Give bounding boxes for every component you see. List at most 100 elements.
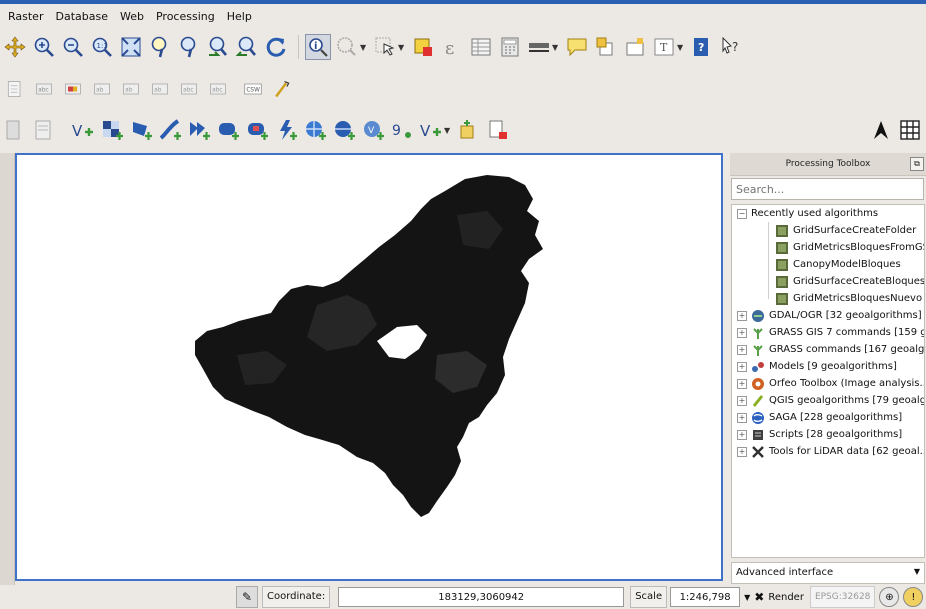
add-raster-layer-icon[interactable]	[31, 117, 57, 143]
gps-icon[interactable]	[269, 76, 295, 102]
zoom-full-icon[interactable]	[118, 34, 144, 60]
tree-item-recent[interactable]: GridMetricsBloquesFromGS...	[732, 239, 924, 256]
tree-item-recent[interactable]: CanopyModelBloques	[732, 256, 924, 273]
expand-icon[interactable]: +	[737, 344, 747, 355]
tree-provider-grass[interactable]: + GRASS commands [167 geoalgo...	[732, 341, 924, 358]
tree-group-recent[interactable]: − Recently used algorithms	[732, 205, 924, 222]
tree-item-recent[interactable]: GridSurfaceCreateBloques...	[732, 273, 924, 290]
tree-provider-lidar[interactable]: + Tools for LiDAR data [62 geoal...	[732, 443, 924, 460]
add-virtual-layer-icon[interactable]	[302, 117, 328, 143]
tree-item-recent[interactable]: GridSurfaceCreateFolder	[732, 222, 924, 239]
add-vector-layer-icon[interactable]	[2, 117, 28, 143]
add-spatialite-layer-icon[interactable]	[99, 117, 125, 143]
label-toolbar-icon[interactable]	[2, 76, 28, 102]
chevron-down-icon[interactable]: ▼	[444, 126, 452, 135]
messages-icon[interactable]: !	[903, 587, 924, 607]
pin-labels-icon[interactable]	[60, 76, 86, 102]
zoom-next-icon[interactable]	[234, 34, 260, 60]
add-wms-layer-icon[interactable]	[186, 117, 212, 143]
new-temporary-layer-icon[interactable]	[485, 117, 511, 143]
whats-this-icon[interactable]: ?	[718, 34, 744, 60]
expand-icon[interactable]: +	[737, 378, 747, 389]
identify-icon[interactable]: i	[305, 34, 331, 60]
add-wms-layer-icon[interactable]	[331, 117, 357, 143]
help-icon[interactable]: ?	[689, 34, 715, 60]
north-arrow-icon[interactable]	[868, 117, 894, 143]
chevron-down-icon[interactable]: ▼	[677, 43, 685, 52]
search-input[interactable]	[731, 178, 924, 200]
add-mssql-layer-icon[interactable]	[128, 117, 154, 143]
float-panel-icon[interactable]: ⧉	[910, 157, 924, 171]
text-annotation-icon[interactable]: T	[651, 34, 677, 60]
expand-icon[interactable]: +	[737, 327, 747, 338]
coordinate-field[interactable]: 183129,3060942	[338, 587, 625, 607]
zoom-selection-icon[interactable]	[147, 34, 173, 60]
show-labels-icon[interactable]: ab	[89, 76, 115, 102]
collapse-icon[interactable]: −	[737, 208, 747, 219]
menu-web[interactable]: Web	[120, 10, 144, 23]
add-wcs-layer-icon[interactable]: V	[360, 117, 386, 143]
tree-provider-orfeo[interactable]: + Orfeo Toolbox (Image analysis...	[732, 375, 924, 392]
chevron-down-icon[interactable]: ▼	[398, 43, 406, 52]
pan-icon[interactable]	[2, 34, 28, 60]
crs-globe-icon[interactable]: ⊕	[879, 587, 900, 607]
bookmarks-icon[interactable]	[593, 34, 619, 60]
zoom-last-icon[interactable]	[205, 34, 231, 60]
expand-icon[interactable]: +	[737, 412, 747, 423]
expand-icon[interactable]: +	[737, 446, 747, 457]
expand-icon[interactable]: +	[737, 429, 747, 440]
add-wfs-layer-icon[interactable]: 9	[389, 117, 415, 143]
menu-processing[interactable]: Processing	[156, 10, 215, 23]
csw-icon[interactable]: CSW	[240, 76, 266, 102]
crs-status-button[interactable]: EPSG:32628	[809, 586, 876, 608]
menu-help[interactable]: Help	[227, 10, 252, 23]
grid-icon[interactable]	[897, 117, 923, 143]
tree-provider-qgis[interactable]: + QGIS geoalgorithms [79 geoalg...	[732, 392, 924, 409]
attribute-table-icon[interactable]	[468, 34, 494, 60]
expand-icon[interactable]: +	[737, 310, 747, 321]
layer-labeling-icon[interactable]: abc	[31, 76, 57, 102]
add-delimited-text-icon[interactable]	[273, 117, 299, 143]
tree-item-recent[interactable]: GridMetricsBloquesNuevo	[732, 290, 924, 307]
add-postgis-layer-icon[interactable]: V	[70, 117, 96, 143]
new-spatialite-icon[interactable]	[456, 117, 482, 143]
add-wfs-layer-icon[interactable]	[244, 117, 270, 143]
toggle-extents-icon[interactable]: ✎	[236, 586, 258, 608]
tree-provider-saga[interactable]: + SAGA [228 geoalgorithms]	[732, 409, 924, 426]
new-shapefile-icon[interactable]: V	[418, 117, 444, 143]
measure-line-icon[interactable]	[526, 34, 552, 60]
rotate-label-icon[interactable]: ab	[147, 76, 173, 102]
advanced-interface-select[interactable]: Advanced interface ▼	[731, 562, 925, 584]
menu-raster[interactable]: Raster	[8, 10, 43, 23]
zoom-native-icon[interactable]: 1:1	[89, 34, 115, 60]
map-canvas[interactable]	[15, 153, 723, 581]
map-tips-icon[interactable]	[564, 34, 590, 60]
refresh-icon[interactable]	[263, 34, 289, 60]
render-checkbox[interactable]: ✖ Render	[754, 590, 804, 604]
tree-provider-gdal[interactable]: + GDAL/OGR [32 geoalgorithms]	[732, 307, 924, 324]
select-icon[interactable]	[334, 34, 360, 60]
chevron-down-icon[interactable]: ▼	[552, 43, 560, 52]
field-calculator-icon[interactable]	[497, 34, 523, 60]
move-label-icon[interactable]: ab	[118, 76, 144, 102]
add-wcs-layer-icon[interactable]	[215, 117, 241, 143]
change-label-icon[interactable]: abc	[176, 76, 202, 102]
annotation-icon[interactable]	[622, 34, 648, 60]
zoom-out-icon[interactable]	[60, 34, 86, 60]
expand-icon[interactable]: +	[737, 361, 747, 372]
measure-icon[interactable]: ε	[439, 34, 465, 60]
tree-provider-scripts[interactable]: + Scripts [28 geoalgorithms]	[732, 426, 924, 443]
expand-icon[interactable]: +	[737, 395, 747, 406]
tree-provider-grass7[interactable]: + GRASS GIS 7 commands [159 g...	[732, 324, 924, 341]
chevron-down-icon[interactable]: ▼	[744, 593, 750, 602]
chevron-down-icon[interactable]: ▼	[360, 43, 368, 52]
scale-field[interactable]: 1:246,798	[670, 587, 741, 607]
add-oracle-layer-icon[interactable]	[157, 117, 183, 143]
deselect-icon[interactable]	[410, 34, 436, 60]
select-tool-icon[interactable]	[372, 34, 398, 60]
menu-database[interactable]: Database	[55, 10, 108, 23]
zoom-layer-icon[interactable]	[176, 34, 202, 60]
change-label-icon[interactable]: abc	[205, 76, 231, 102]
tree-provider-models[interactable]: + Models [9 geoalgorithms]	[732, 358, 924, 375]
zoom-in-icon[interactable]	[31, 34, 57, 60]
